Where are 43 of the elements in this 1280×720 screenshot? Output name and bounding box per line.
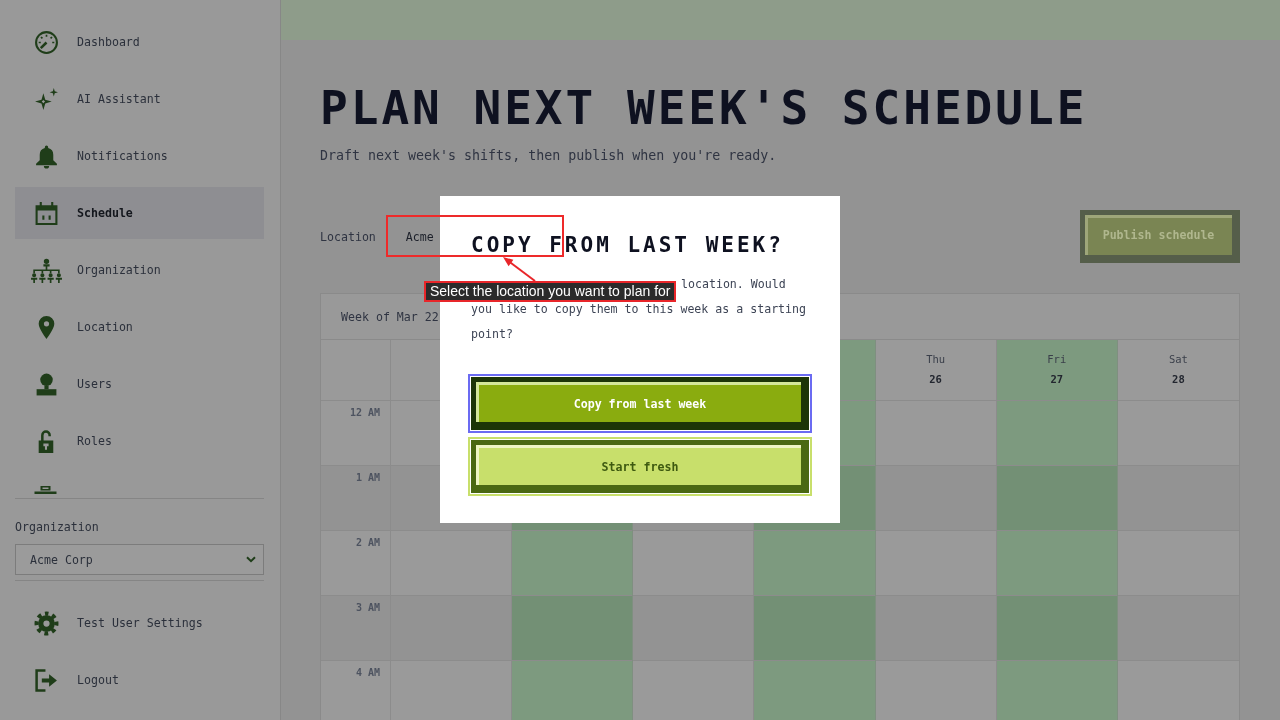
weekday-label: Thu (926, 352, 946, 367)
weekday-label: Fri (1047, 352, 1067, 367)
location-select[interactable]: Acme (399, 225, 440, 248)
sidebar-item[interactable]: Test User Settings (15, 597, 264, 649)
date-label: 27 (1050, 372, 1064, 387)
sidebar-item[interactable]: Roles (15, 415, 264, 467)
dialog-message: you like to copy them to this week as a starting point? (471, 301, 808, 343)
tooltip: Select the location you want to plan for (424, 281, 677, 302)
sidebar-item[interactable]: Users (15, 358, 264, 410)
week-label: Week of Mar 22 (341, 309, 439, 324)
hour-label: 1 AM (355, 471, 380, 485)
organization-label: Organization (15, 519, 99, 535)
weekday-label: Sat (1168, 352, 1188, 367)
sidebar-item[interactable]: Location (15, 301, 264, 353)
page-subtitle: Draft next week's shifts, then publish when you're ready. (320, 147, 778, 165)
gear-icon (33, 610, 59, 636)
page-title: PLAN NEXT WEEK'S SCHEDULE (320, 85, 1089, 131)
chevron-down-icon (246, 556, 256, 563)
sidebar-item[interactable]: Notifications (15, 130, 264, 182)
sparkle-icon (33, 86, 59, 112)
bell-icon (33, 143, 59, 169)
sidebar-item[interactable]: Organization (15, 244, 264, 296)
copy-button[interactable]: Copy from last week (468, 374, 812, 433)
location-label: Location (320, 229, 376, 244)
start-fresh-button[interactable]: Start fresh (468, 437, 812, 496)
partial-icon (33, 486, 58, 494)
organization-select[interactable]: Acme Corp (15, 544, 264, 575)
hour-label: 12 AM (349, 406, 380, 420)
sidebar-item[interactable]: AI Assistant (15, 73, 264, 125)
pointer-arrow (503, 257, 536, 282)
sidebar-item[interactable]: Dashboard (15, 16, 264, 68)
org-chart-icon (29, 257, 63, 283)
sidebar-item[interactable]: Logout (15, 654, 264, 706)
hour-label: 3 AM (355, 601, 380, 615)
calendar-icon (33, 200, 59, 226)
gauge-icon (33, 29, 59, 55)
logout-icon (33, 667, 59, 693)
sidebar-item[interactable]: Schedule (15, 187, 264, 239)
hour-label: 4 AM (355, 666, 380, 680)
hour-label: 2 AM (355, 536, 380, 550)
dialog-message: location. Would (681, 276, 786, 293)
date-label: 28 (1172, 372, 1185, 387)
date-label: 26 (929, 372, 942, 387)
